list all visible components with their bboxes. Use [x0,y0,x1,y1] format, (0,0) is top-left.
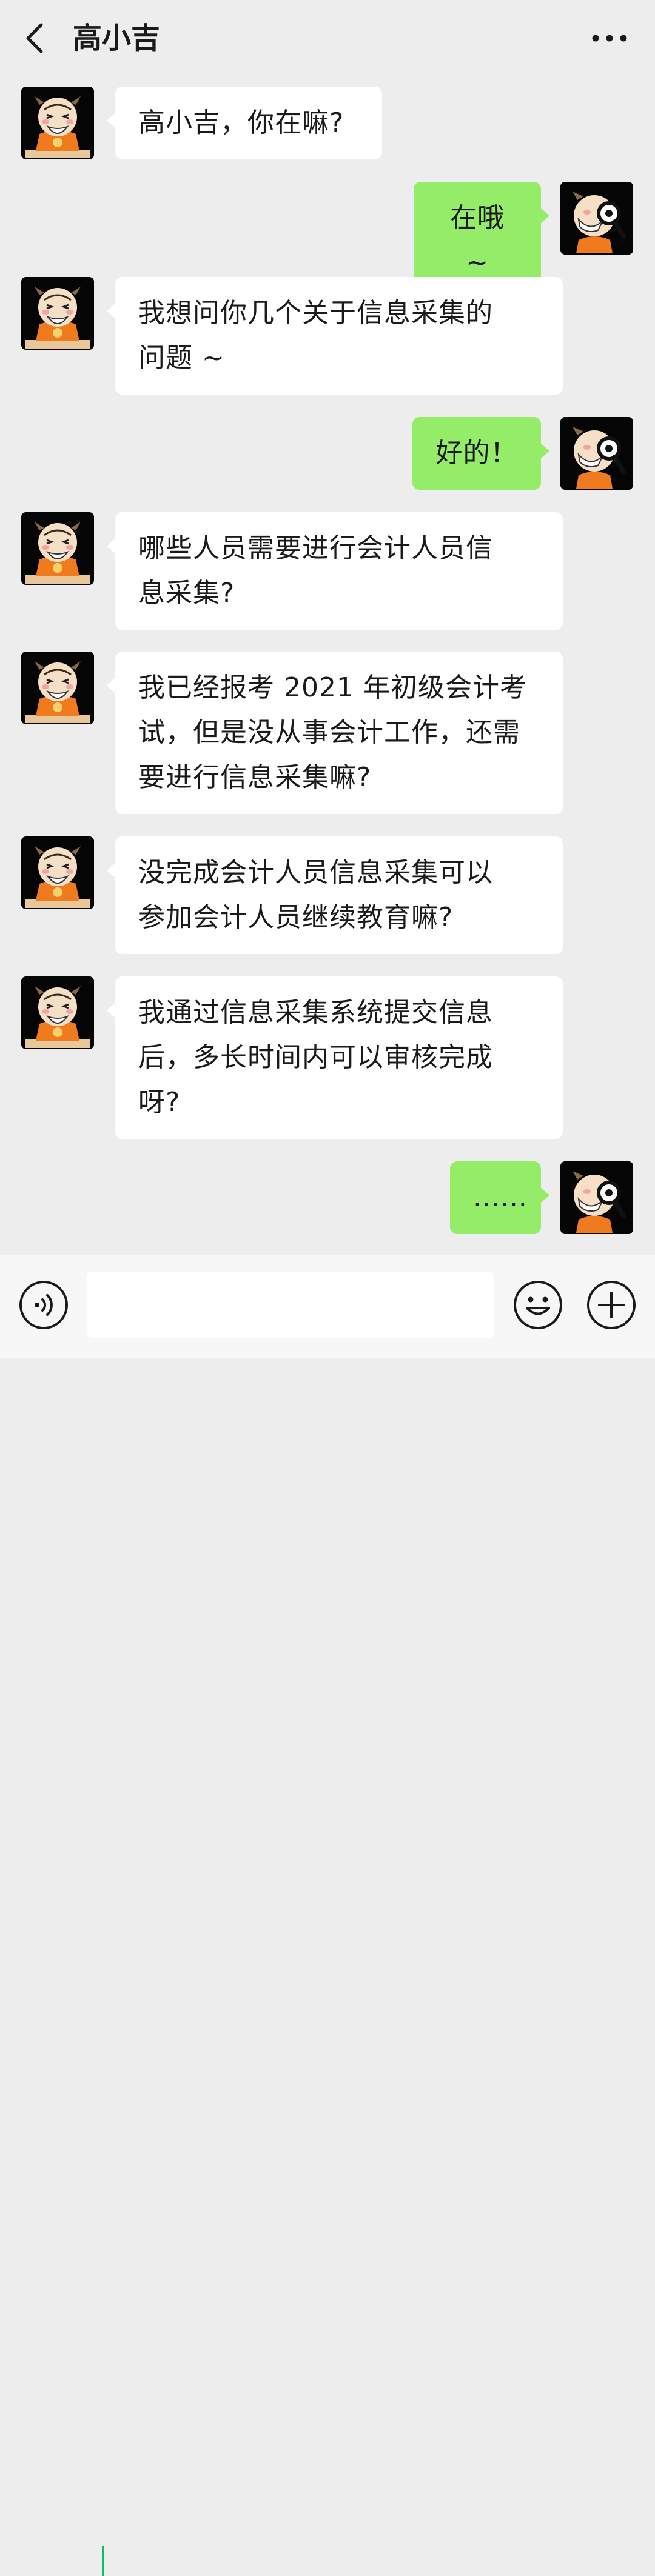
message-text-line: 试，但是没从事会计工作，还需 [138,717,520,748]
message-text-line: 我想问你几个关于信息采集的 [138,298,493,329]
message-list[interactable]: 高小吉，你在嘛? 在哦 ~ 我想问你几个关于信息采集的 问题 ~ 好的！ 哪些人员需要进行… [0,0,655,1255]
incoming-message-bubble[interactable]: 哪些人员需要进行会计人员信 息采集? [107,512,563,630]
emoji-button[interactable] [512,1280,563,1330]
outgoing-message-bubble[interactable]: 好的！ [412,417,549,490]
text-caret [102,2546,104,2576]
contact-avatar[interactable] [21,87,94,159]
plus-icon [587,1281,636,1329]
my-avatar[interactable] [560,1161,633,1234]
incoming-message-bubble[interactable]: 我已经报考 2021 年初级会计考 试，但是没从事会计工作，还需 要进行信息采集嘛? [107,652,563,814]
voice-icon [19,1281,68,1329]
message-text-line: 我通过信息采集系统提交信息 [138,997,493,1028]
message-text-line: 好的！ [435,438,518,469]
message-text-line: 问题 ~ [138,342,225,373]
incoming-message-bubble[interactable]: 我通过信息采集系统提交信息 后，多长时间内可以审核完成 呀? [107,976,563,1139]
message-text-line: 没完成会计人员信息采集可以 [138,857,493,888]
message-text-line: 后，多长时间内可以审核完成 [138,1042,493,1073]
contact-avatar[interactable] [21,277,94,350]
message-text-line: 高小吉，你在嘛? [138,107,344,138]
message-text-line: 在哦 ~ [450,202,505,278]
incoming-message-bubble[interactable]: 没完成会计人员信息采集可以 参加会计人员继续教育嘛? [107,836,563,954]
incoming-message-bubble[interactable]: 我想问你几个关于信息采集的 问题 ~ [107,277,563,395]
message-text-line: 呀? [138,1087,181,1118]
more-functions-button[interactable] [586,1280,637,1330]
message-input[interactable] [87,1272,494,1338]
message-text-line: 息采集? [138,578,235,609]
my-avatar[interactable] [560,417,633,490]
outgoing-message-bubble[interactable]: ...... [450,1161,549,1234]
input-bar [0,1255,655,2576]
my-avatar[interactable] [560,182,633,255]
message-text-line: 哪些人员需要进行会计人员信 [138,533,493,564]
contact-avatar[interactable] [21,512,94,585]
message-text-line: ...... [473,1182,528,1213]
voice-input-button[interactable] [18,1280,69,1330]
message-text-line: 我已经报考 2021 年初级会计考 [138,672,527,703]
contact-avatar[interactable] [21,976,94,1049]
contact-avatar[interactable] [21,652,94,724]
incoming-message-bubble[interactable]: 高小吉，你在嘛? [107,87,382,159]
smiley-icon [514,1281,562,1329]
contact-avatar[interactable] [21,836,94,909]
message-text-line: 要进行信息采集嘛? [138,762,372,793]
message-text-line: 参加会计人员继续教育嘛? [138,902,454,933]
